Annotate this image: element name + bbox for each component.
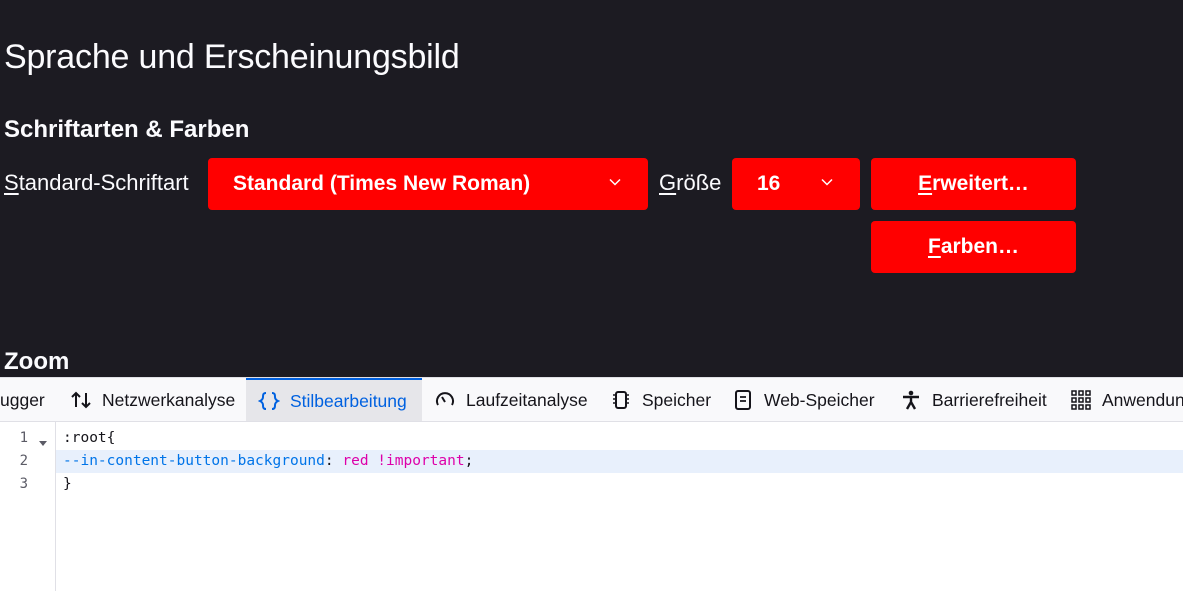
tab-performance[interactable]: Laufzeitanalyse xyxy=(422,378,598,421)
code-line-2: --in-content-button-background: red !imp… xyxy=(56,450,1183,473)
section-heading-zoom: Zoom xyxy=(4,348,70,375)
advanced-fonts-button[interactable]: Erweitert… xyxy=(871,158,1076,210)
preferences-panel: Sprache und Erscheinungsbild Schriftarte… xyxy=(0,0,1183,377)
tab-label: Laufzeitanalyse xyxy=(466,389,588,410)
braces-icon xyxy=(258,390,280,412)
tab-memory[interactable]: Speicher xyxy=(598,378,720,421)
css-semicolon: ; xyxy=(464,453,474,469)
colors-button[interactable]: Farben… xyxy=(871,221,1076,273)
page-title: Sprache und Erscheinungsbild xyxy=(4,38,460,76)
font-size-label-part2: öße xyxy=(683,170,722,195)
tab-label: Stilbearbeitung xyxy=(290,390,407,411)
grid-apps-icon xyxy=(1070,389,1092,411)
default-font-label: Standard-Schriftart xyxy=(4,170,189,196)
accessibility-person-icon xyxy=(900,389,922,411)
tab-label: Anwendung xyxy=(1102,389,1183,410)
advanced-button-accesskey: E xyxy=(918,172,933,195)
css-property: --in-content-button-background xyxy=(63,453,325,469)
tab-label: Web-Speicher xyxy=(764,389,875,410)
default-font-select-value: Standard (Times New Roman) xyxy=(233,172,531,195)
colors-button-accesskey: F xyxy=(927,235,941,258)
tab-style-editor[interactable]: Stilbearbeitung xyxy=(246,378,422,421)
network-arrows-icon xyxy=(70,389,92,411)
colors-button-label: arben… xyxy=(940,235,1019,258)
gauge-icon xyxy=(434,389,456,411)
advanced-button-label: rweitert… xyxy=(932,172,1029,195)
chevron-down-icon xyxy=(609,176,621,188)
tab-accessibility[interactable]: Barrierefreiheit xyxy=(888,378,1058,421)
style-editor-code[interactable]: 1 2 3 :root{ --in-content-button-backgro… xyxy=(0,422,1183,591)
code-line-1: :root{ xyxy=(63,430,116,446)
code-line-3: } xyxy=(63,476,72,492)
tab-storage[interactable]: Web-Speicher xyxy=(720,378,888,421)
default-font-label-text: tandard-Schriftart xyxy=(18,170,189,195)
devtools-tab-bar: ugger Netzwerkanalyse Stilbearbeitung La… xyxy=(0,377,1183,422)
tab-debugger[interactable]: ugger xyxy=(0,378,58,421)
storage-icon xyxy=(732,389,754,411)
tab-network[interactable]: Netzwerkanalyse xyxy=(58,378,246,421)
line-number: 1 xyxy=(19,430,28,446)
line-number-gutter: 1 2 3 xyxy=(0,422,56,591)
chevron-down-icon xyxy=(821,176,833,188)
memory-chip-icon xyxy=(610,389,632,411)
tab-label: Barrierefreiheit xyxy=(932,389,1047,410)
section-heading-fonts-colors: Schriftarten & Farben xyxy=(4,116,250,143)
tab-application[interactable]: Anwendung xyxy=(1058,378,1183,421)
css-value: red !important xyxy=(342,453,465,469)
tab-label: Speicher xyxy=(642,389,712,410)
tab-label: Netzwerkanalyse xyxy=(102,389,236,410)
font-size-select[interactable]: 16 xyxy=(732,158,860,210)
font-size-select-value: 16 xyxy=(757,172,781,195)
fold-toggle-icon[interactable] xyxy=(38,435,48,453)
line-number: 2 xyxy=(19,453,28,469)
default-font-select[interactable]: Standard (Times New Roman) xyxy=(208,158,648,210)
tab-label: ugger xyxy=(0,389,45,410)
font-size-label-part1: G xyxy=(659,170,677,195)
line-number: 3 xyxy=(19,476,28,492)
css-colon: : xyxy=(324,453,343,469)
default-font-label-accesskey: S xyxy=(4,170,19,195)
font-size-label: Größe xyxy=(659,170,721,196)
devtools-pane: ugger Netzwerkanalyse Stilbearbeitung La… xyxy=(0,377,1183,591)
